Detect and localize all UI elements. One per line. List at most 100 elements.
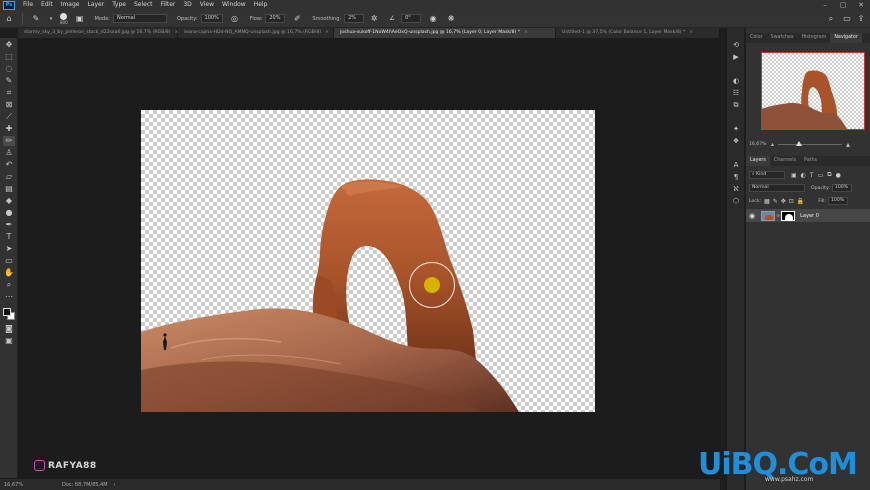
share-icon[interactable]: ⇪ xyxy=(855,13,867,25)
menu-file[interactable]: File xyxy=(19,0,37,10)
move-icon[interactable]: ✥ xyxy=(3,40,15,50)
opacity-field[interactable]: 100% xyxy=(200,14,223,23)
layer-opacity-field[interactable]: 100% xyxy=(831,184,852,192)
brush-preset-picker[interactable]: 800 xyxy=(60,12,68,25)
shape-icon[interactable]: ▭ xyxy=(3,256,15,266)
tab-channels[interactable]: Channels xyxy=(770,156,800,166)
pressure-opacity-icon[interactable]: ◎ xyxy=(229,13,241,25)
symmetry-icon[interactable]: ❋ xyxy=(445,13,457,25)
filter-smart-icon[interactable]: ⧉ xyxy=(827,171,831,179)
quick-select-icon[interactable]: ✎ xyxy=(3,76,15,86)
brushes-icon[interactable]: ✦ xyxy=(730,124,742,134)
close-icon[interactable]: × xyxy=(325,30,329,35)
frame-icon[interactable]: ⊠ xyxy=(3,100,15,110)
layer-filter-select[interactable]: ⌕ Kind xyxy=(749,171,785,179)
blend-mode-select[interactable]: Normal xyxy=(749,184,805,192)
zoom-in-icon[interactable]: ▴ xyxy=(846,140,850,149)
menu-type[interactable]: Type xyxy=(108,0,130,10)
brush-icon[interactable]: ✏ xyxy=(3,136,15,146)
gradient-icon[interactable]: ▤ xyxy=(3,184,15,194)
menu-layer[interactable]: Layer xyxy=(83,0,108,10)
dodge-icon[interactable]: ● xyxy=(3,208,15,218)
chevron-down-icon[interactable]: ▾ xyxy=(48,13,54,25)
eraser-icon[interactable]: ▱ xyxy=(3,172,15,182)
close-icon[interactable]: × xyxy=(524,30,528,35)
layer-name[interactable]: Layer 0 xyxy=(800,213,819,219)
type-icon[interactable]: T xyxy=(3,232,15,242)
pen-icon[interactable]: ✒ xyxy=(3,220,15,230)
pressure-size-icon[interactable]: ◉ xyxy=(427,13,439,25)
tab-navigator[interactable]: Navigator xyxy=(830,33,862,43)
adjustments-icon[interactable]: ◐ xyxy=(730,76,742,86)
styles-icon[interactable]: ⬡ xyxy=(730,196,742,206)
crop-icon[interactable]: ⌗ xyxy=(3,88,15,98)
libraries-icon[interactable]: ⧉ xyxy=(730,100,742,110)
lock-position-icon[interactable]: ✥ xyxy=(781,198,786,205)
lock-pixels-icon[interactable]: ✎ xyxy=(773,198,778,205)
layer-mask-thumbnail[interactable] xyxy=(781,210,796,221)
filter-pixel-icon[interactable]: ▣ xyxy=(791,172,797,179)
quick-mask-icon[interactable]: ◙ xyxy=(3,324,15,334)
clone-source-icon[interactable]: ❖ xyxy=(730,136,742,146)
chevron-right-icon[interactable]: › xyxy=(114,482,116,488)
menu-3d[interactable]: 3D xyxy=(179,0,195,10)
tab-doc-3[interactable]: joshua-sukoff-1NoW4hAeOxQ-unsplash.jpg @… xyxy=(334,28,556,38)
clone-stamp-icon[interactable]: ♙ xyxy=(3,148,15,158)
lock-transparency-icon[interactable]: ▦ xyxy=(764,198,770,205)
lock-artboard-icon[interactable]: ⊡ xyxy=(789,198,794,205)
tab-color[interactable]: Color xyxy=(746,33,767,43)
brush-tool-icon[interactable]: ✎ xyxy=(30,13,42,25)
glyphs-icon[interactable]: ℵ xyxy=(730,184,742,194)
minimize-icon[interactable]: – xyxy=(816,0,834,10)
tab-swatches[interactable]: Swatches xyxy=(767,33,798,43)
history-brush-icon[interactable]: ↶ xyxy=(3,160,15,170)
tab-doc-4[interactable]: Untitled-1 @ 37,5% (Color Balance 1, Lay… xyxy=(556,28,720,38)
tab-layers[interactable]: Layers xyxy=(746,156,770,166)
zoom-out-icon[interactable]: ▴ xyxy=(771,141,774,148)
tab-paths[interactable]: Paths xyxy=(800,156,821,166)
smoothing-options-icon[interactable]: ✲ xyxy=(368,13,380,25)
hand-icon[interactable]: ✋ xyxy=(3,268,15,278)
filter-type-icon[interactable]: T xyxy=(810,172,814,179)
document-canvas[interactable] xyxy=(141,110,595,412)
navigator-zoom-value[interactable]: 16,67% xyxy=(749,142,771,147)
search-icon[interactable]: ⌕ xyxy=(825,13,837,25)
lasso-icon[interactable]: ◌ xyxy=(3,64,15,74)
menu-select[interactable]: Select xyxy=(130,0,157,10)
navigator-zoom-slider[interactable] xyxy=(778,141,843,146)
close-icon[interactable]: × xyxy=(689,30,693,35)
menu-image[interactable]: Image xyxy=(57,0,84,10)
healing-brush-icon[interactable]: ✚ xyxy=(3,124,15,134)
mode-select[interactable]: Normal xyxy=(112,14,167,23)
airbrush-icon[interactable]: ✐ xyxy=(291,13,303,25)
close-icon[interactable]: ✕ xyxy=(852,0,870,10)
tab-histogram[interactable]: Histogram xyxy=(797,33,830,43)
workspace-icon[interactable]: ▭ xyxy=(841,13,853,25)
flow-field[interactable]: 20% xyxy=(265,14,286,23)
eye-icon[interactable]: ◉ xyxy=(749,212,759,220)
actions-icon[interactable]: ▶ xyxy=(730,52,742,62)
layer-thumbnail[interactable] xyxy=(761,210,775,221)
marquee-icon[interactable]: ⬚ xyxy=(3,52,15,62)
chain-link-icon[interactable]: ∞ xyxy=(776,213,780,219)
zoom-icon[interactable]: ⌕ xyxy=(3,280,15,290)
eyedropper-icon[interactable]: ⟋ xyxy=(3,112,15,122)
angle-field[interactable]: 0° xyxy=(401,14,422,23)
character-icon[interactable]: A xyxy=(730,160,742,170)
menu-window[interactable]: Window xyxy=(218,0,250,10)
filter-toggle-icon[interactable]: ● xyxy=(836,172,841,179)
paragraph-icon[interactable]: ¶ xyxy=(730,172,742,182)
blur-icon[interactable]: ◆ xyxy=(3,196,15,206)
lock-all-icon[interactable]: 🔒 xyxy=(797,198,804,205)
slider-handle[interactable] xyxy=(796,141,803,146)
filter-adjustment-icon[interactable]: ◐ xyxy=(801,172,806,179)
brush-settings-icon[interactable]: ▣ xyxy=(74,13,86,25)
fill-field[interactable]: 100% xyxy=(827,197,848,205)
smoothing-field[interactable]: 2% xyxy=(344,14,365,23)
properties-icon[interactable]: ☷ xyxy=(730,88,742,98)
home-icon[interactable]: ⌂ xyxy=(3,13,15,25)
menu-view[interactable]: View xyxy=(196,0,218,10)
menu-edit[interactable]: Edit xyxy=(37,0,57,10)
more-tools-icon[interactable]: ⋯ xyxy=(3,292,15,302)
tab-doc-1[interactable]: stormy_sky_3_by_pelleron_stock_d22sxa6.j… xyxy=(18,28,178,38)
